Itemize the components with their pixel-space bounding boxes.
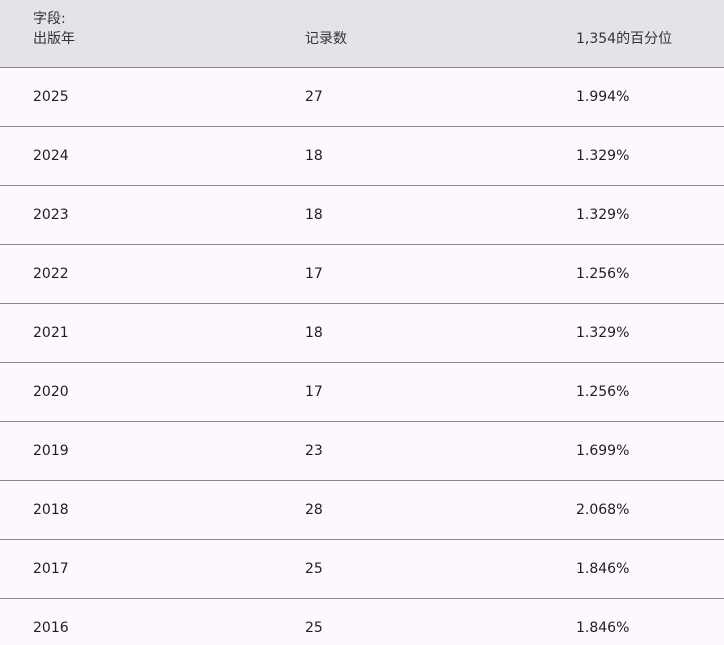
field-name-label: 出版年	[33, 31, 75, 47]
table-row: 2018 28 2.068%	[0, 481, 724, 540]
count-cell: 17	[305, 266, 323, 282]
year-cell: 2017	[33, 561, 69, 577]
percent-cell: 1.329%	[576, 148, 630, 164]
year-cell: 2023	[33, 207, 69, 223]
table-row: 2017 25 1.846%	[0, 540, 724, 599]
table-row: 2022 17 1.256%	[0, 245, 724, 304]
year-cell: 2019	[33, 443, 69, 459]
percent-cell: 1.256%	[576, 384, 630, 400]
table-header: 字段: 出版年 记录数 1,354的百分位	[0, 0, 724, 68]
count-cell: 25	[305, 561, 323, 577]
percent-cell: 2.068%	[576, 502, 630, 518]
percent-cell: 1.994%	[576, 89, 630, 105]
year-cell: 2024	[33, 148, 69, 164]
count-cell: 17	[305, 384, 323, 400]
count-cell: 25	[305, 620, 323, 636]
table-row: 2020 17 1.256%	[0, 363, 724, 422]
count-cell: 18	[305, 325, 323, 341]
table-row: 2024 18 1.329%	[0, 127, 724, 186]
percent-cell: 1.699%	[576, 443, 630, 459]
table-row: 2016 25 1.846%	[0, 599, 724, 645]
percent-cell: 1.846%	[576, 561, 630, 577]
table-body: 2025 27 1.994% 2024 18 1.329% 2023 18 1.…	[0, 68, 724, 645]
table-row: 2025 27 1.994%	[0, 68, 724, 127]
column-header-count[interactable]: 记录数	[305, 29, 347, 49]
year-cell: 2018	[33, 502, 69, 518]
year-cell: 2016	[33, 620, 69, 636]
percent-cell: 1.256%	[576, 266, 630, 282]
count-cell: 28	[305, 502, 323, 518]
results-table: 字段: 出版年 记录数 1,354的百分位 2025 27 1.994% 202…	[0, 0, 724, 645]
table-row: 2023 18 1.329%	[0, 186, 724, 245]
field-prefix-label: 字段:	[33, 11, 66, 27]
column-header-percent[interactable]: 1,354的百分位	[576, 29, 672, 49]
count-cell: 18	[305, 148, 323, 164]
count-cell: 23	[305, 443, 323, 459]
percent-cell: 1.329%	[576, 207, 630, 223]
table-row: 2019 23 1.699%	[0, 422, 724, 481]
percent-cell: 1.846%	[576, 620, 630, 636]
year-cell: 2021	[33, 325, 69, 341]
count-cell: 18	[305, 207, 323, 223]
year-cell: 2025	[33, 89, 69, 105]
column-header-field[interactable]: 字段: 出版年	[33, 9, 75, 49]
count-cell: 27	[305, 89, 323, 105]
percent-cell: 1.329%	[576, 325, 630, 341]
year-cell: 2022	[33, 266, 69, 282]
table-row: 2021 18 1.329%	[0, 304, 724, 363]
year-cell: 2020	[33, 384, 69, 400]
